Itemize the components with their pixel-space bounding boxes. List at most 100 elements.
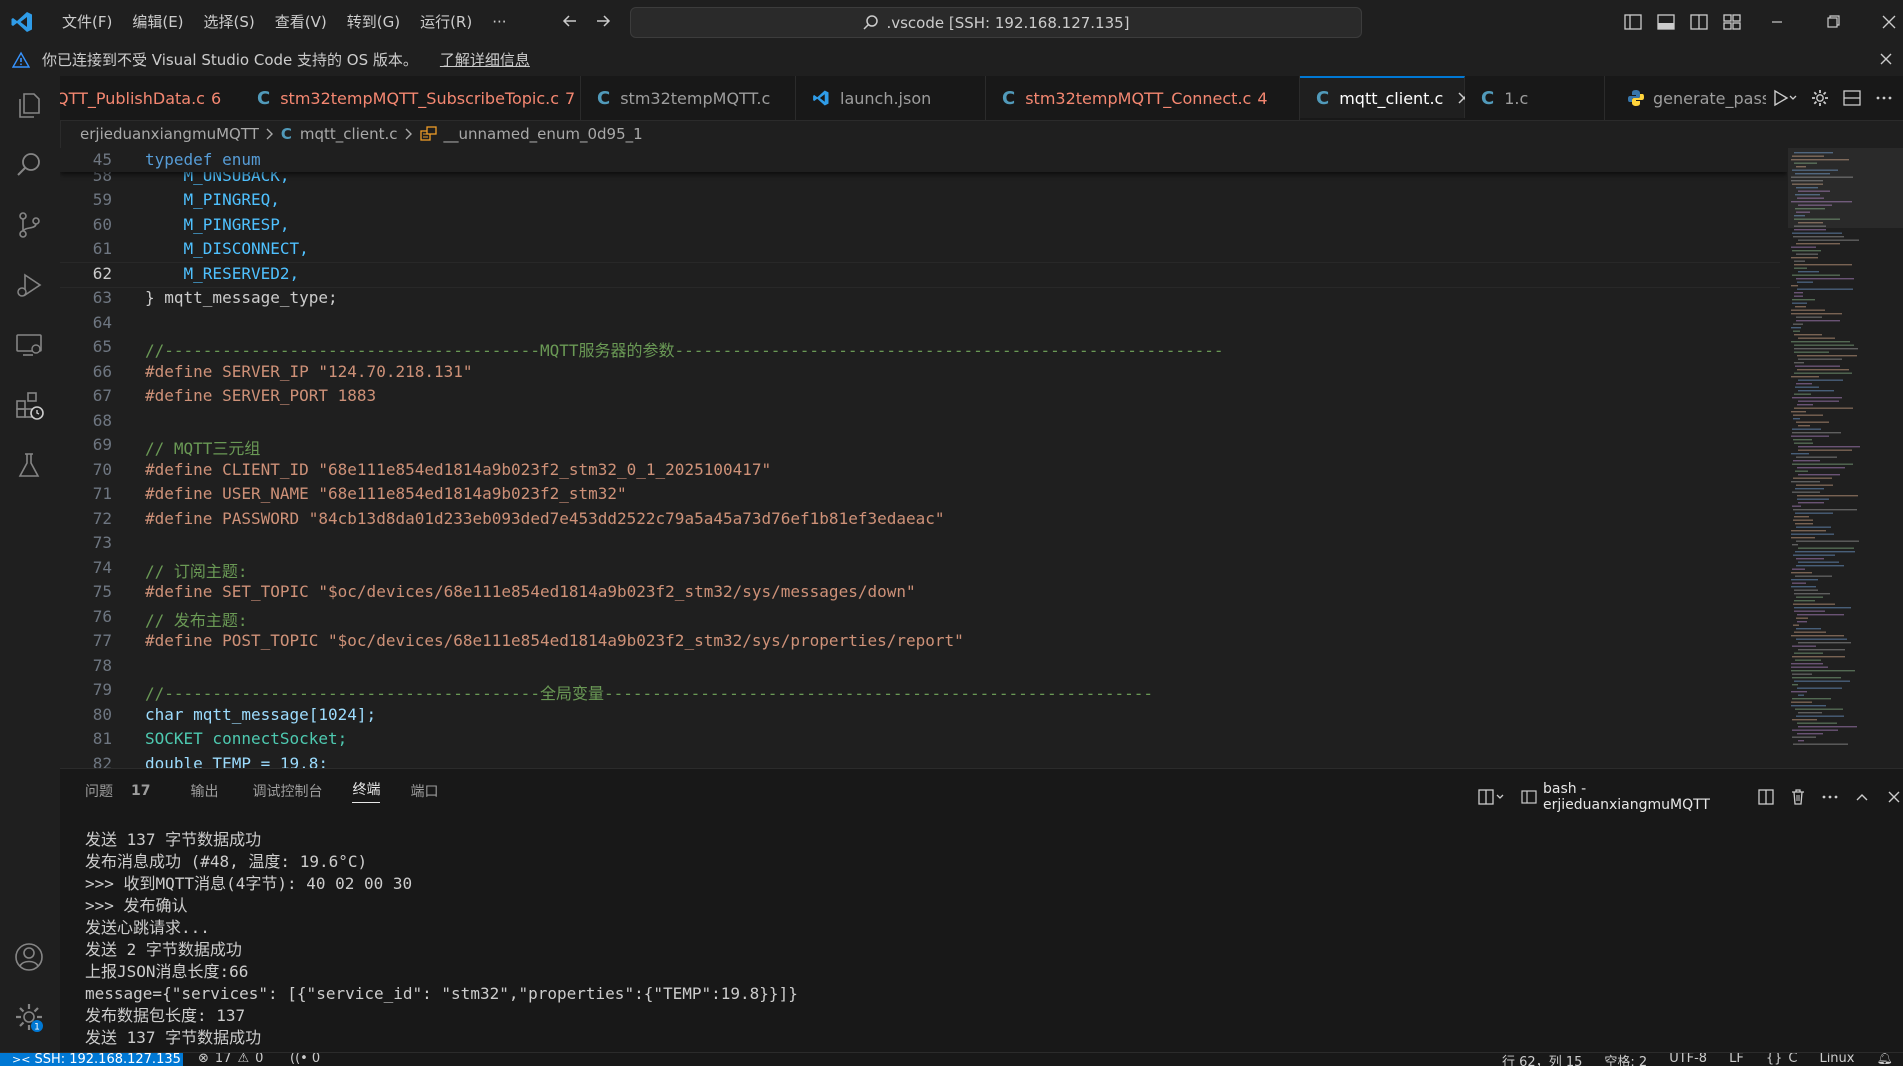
sticky-scroll-header[interactable]: 45 typedef enum <box>60 148 1787 172</box>
line-number: 75 <box>92 582 112 601</box>
restore-icon[interactable] <box>1823 12 1843 32</box>
minimap[interactable] <box>1788 148 1903 768</box>
customize-layout-icon[interactable] <box>1722 12 1742 32</box>
title-bar: 文件(F) 编辑(E) 选择(S) 查看(V) 转到(G) 运行(R) ··· … <box>0 0 1903 44</box>
tab-terminal[interactable]: 终端 <box>352 779 381 803</box>
command-center[interactable]: .vscode [SSH: 192.168.127.135] <box>630 7 1362 38</box>
manage-gear-icon[interactable]: 1 <box>13 1001 45 1033</box>
menu-run[interactable]: 运行(R) <box>410 11 482 32</box>
tab-subscribe-topic[interactable]: C stm32tempMQTT_SubscribeTopic.c 7 <box>241 76 581 120</box>
menu-selection[interactable]: 选择(S) <box>194 11 265 32</box>
learn-more-link[interactable]: 了解详细信息 <box>440 49 530 70</box>
menu-file[interactable]: 文件(F) <box>52 11 122 32</box>
language-mode[interactable]: {} C <box>1766 1052 1798 1066</box>
remote-indicator[interactable]: >< SSH: 192.168.127.135 <box>0 1053 183 1066</box>
c-file-icon: C <box>280 125 292 143</box>
close-notification-icon[interactable] <box>1877 50 1895 68</box>
remote-icon: >< <box>12 1053 31 1066</box>
status-right: 行 62，列 15 空格: 2 UTF-8 LF {} C Linux 🔔︎ <box>1502 1052 1893 1066</box>
maximize-panel-icon[interactable] <box>1853 788 1871 806</box>
tab-publishdata[interactable]: QTT_PublishData.c 6 <box>60 76 242 120</box>
back-arrow-icon[interactable] <box>560 11 580 31</box>
menu-more[interactable]: ··· <box>482 13 516 31</box>
code-editor[interactable]: 45 typedef enum 57 M_UNSUBSCRIBE,58 M_UN… <box>60 148 1787 768</box>
end-of-line[interactable]: LF <box>1729 1053 1744 1066</box>
tab-problem-count: 4 <box>1257 88 1268 108</box>
chevron-right-icon <box>265 127 275 141</box>
platform[interactable]: Linux <box>1819 1053 1854 1066</box>
tab-output[interactable]: 输出 <box>190 781 218 801</box>
line-number: 71 <box>92 484 112 503</box>
tab-connect[interactable]: C stm32tempMQTT_Connect.c 4 <box>986 76 1300 120</box>
tab-mqtt-client[interactable]: C mqtt_client.c <box>1300 76 1470 118</box>
split-editor-icon[interactable] <box>1842 88 1862 108</box>
breadcrumb-symbol[interactable]: __unnamed_enum_0d95_1 <box>444 125 643 143</box>
minimap-canvas <box>1788 148 1903 745</box>
terminal-icon <box>1521 789 1537 805</box>
settings-gear-icon[interactable] <box>1810 88 1830 108</box>
tab-label: stm32tempMQTT_Connect.c <box>1025 88 1252 108</box>
code-line: #define SERVER_IP "124.70.218.131" <box>145 361 473 381</box>
accounts-icon[interactable] <box>13 941 45 973</box>
forward-arrow-icon[interactable] <box>593 11 613 31</box>
split-terminal-icon[interactable] <box>1757 788 1775 806</box>
menu-view[interactable]: 查看(V) <box>265 11 337 32</box>
current-line-highlight <box>60 261 1780 288</box>
run-and-debug-icon[interactable] <box>13 269 45 301</box>
testing-flask-icon[interactable] <box>13 449 45 481</box>
remote-explorer-icon[interactable] <box>13 329 45 361</box>
tab-label: launch.json <box>840 88 932 108</box>
editor-actions <box>1766 88 1903 108</box>
breadcrumb-file[interactable]: mqtt_client.c <box>300 125 398 143</box>
close-window-icon[interactable] <box>1879 12 1899 32</box>
line-number: 60 <box>92 214 112 234</box>
tab-ports[interactable]: 端口 <box>410 781 438 801</box>
cursor-position[interactable]: 行 62，列 15 <box>1502 1053 1582 1066</box>
code-line: M_RESERVED2, <box>145 263 300 283</box>
tab-1c[interactable]: C 1.c <box>1465 76 1605 120</box>
code-line: #define PASSWORD "84cb13d8da01d233eb093d… <box>145 508 945 528</box>
toggle-panel-icon[interactable] <box>1656 12 1676 32</box>
run-file-icon[interactable] <box>1772 88 1798 108</box>
tab-launch-json[interactable]: launch.json <box>796 76 986 120</box>
close-panel-icon[interactable] <box>1885 788 1903 806</box>
search-icon[interactable] <box>13 149 45 181</box>
encoding[interactable]: UTF-8 <box>1669 1053 1707 1066</box>
menu-edit[interactable]: 编辑(E) <box>122 11 193 32</box>
extensions-icon[interactable] <box>13 389 45 421</box>
line-number: 79 <box>92 680 112 699</box>
line-number: 61 <box>92 239 112 258</box>
line-number: 66 <box>92 361 112 381</box>
code-line: } mqtt_message_type; <box>145 288 338 307</box>
toggle-primary-sidebar-icon[interactable] <box>1623 12 1643 32</box>
new-terminal-split-icon[interactable] <box>1477 788 1507 806</box>
tab-debug-console[interactable]: 调试控制台 <box>252 781 322 801</box>
terminal-output[interactable]: 发送 137 字节数据成功 发布消息成功 (#48, 温度: 19.6°C) >>>… <box>85 829 798 1049</box>
more-actions-icon[interactable] <box>1874 88 1894 108</box>
trash-icon[interactable] <box>1789 788 1807 806</box>
tab-problem-count: 7 <box>565 88 576 108</box>
language-label: C <box>1788 1052 1798 1066</box>
terminal-selector[interactable]: bash - erjieduanxiangmuMQTT <box>1521 781 1743 813</box>
line-number: 76 <box>92 606 112 626</box>
toggle-secondary-sidebar-icon[interactable] <box>1689 12 1709 32</box>
indentation[interactable]: 空格: 2 <box>1604 1053 1647 1066</box>
breadcrumb-folder[interactable]: erjieduanxiangmuMQTT <box>80 125 259 143</box>
problems-status[interactable]: ⊗ 17 ⚠ 0 <box>198 1053 263 1066</box>
ports-status[interactable]: ((• 0 <box>290 1053 320 1066</box>
menu-go[interactable]: 转到(G) <box>337 11 410 32</box>
tab-stm32tempmqtt[interactable]: C stm32tempMQTT.c <box>581 76 796 120</box>
tab-label: stm32tempMQTT_SubscribeTopic.c <box>280 88 560 108</box>
minimize-icon[interactable] <box>1767 12 1787 32</box>
line-number: 65 <box>92 337 112 356</box>
source-control-icon[interactable] <box>13 209 45 241</box>
search-icon <box>862 14 880 32</box>
code-line: #define CLIENT_ID "68e111e854ed1814a9b02… <box>145 459 772 479</box>
more-actions-icon[interactable] <box>1821 788 1839 806</box>
notifications-bell-icon[interactable]: 🔔︎ <box>1876 1053 1893 1066</box>
terminal-line: >>> 收到MQTT消息(4字节): 40 02 00 30 <box>85 874 413 893</box>
sticky-code: typedef enum <box>145 150 261 169</box>
explorer-icon[interactable] <box>13 89 45 121</box>
tab-problems[interactable]: 问题 <box>85 781 113 801</box>
terminal-line: 发送 2 字节数据成功 <box>85 940 242 959</box>
